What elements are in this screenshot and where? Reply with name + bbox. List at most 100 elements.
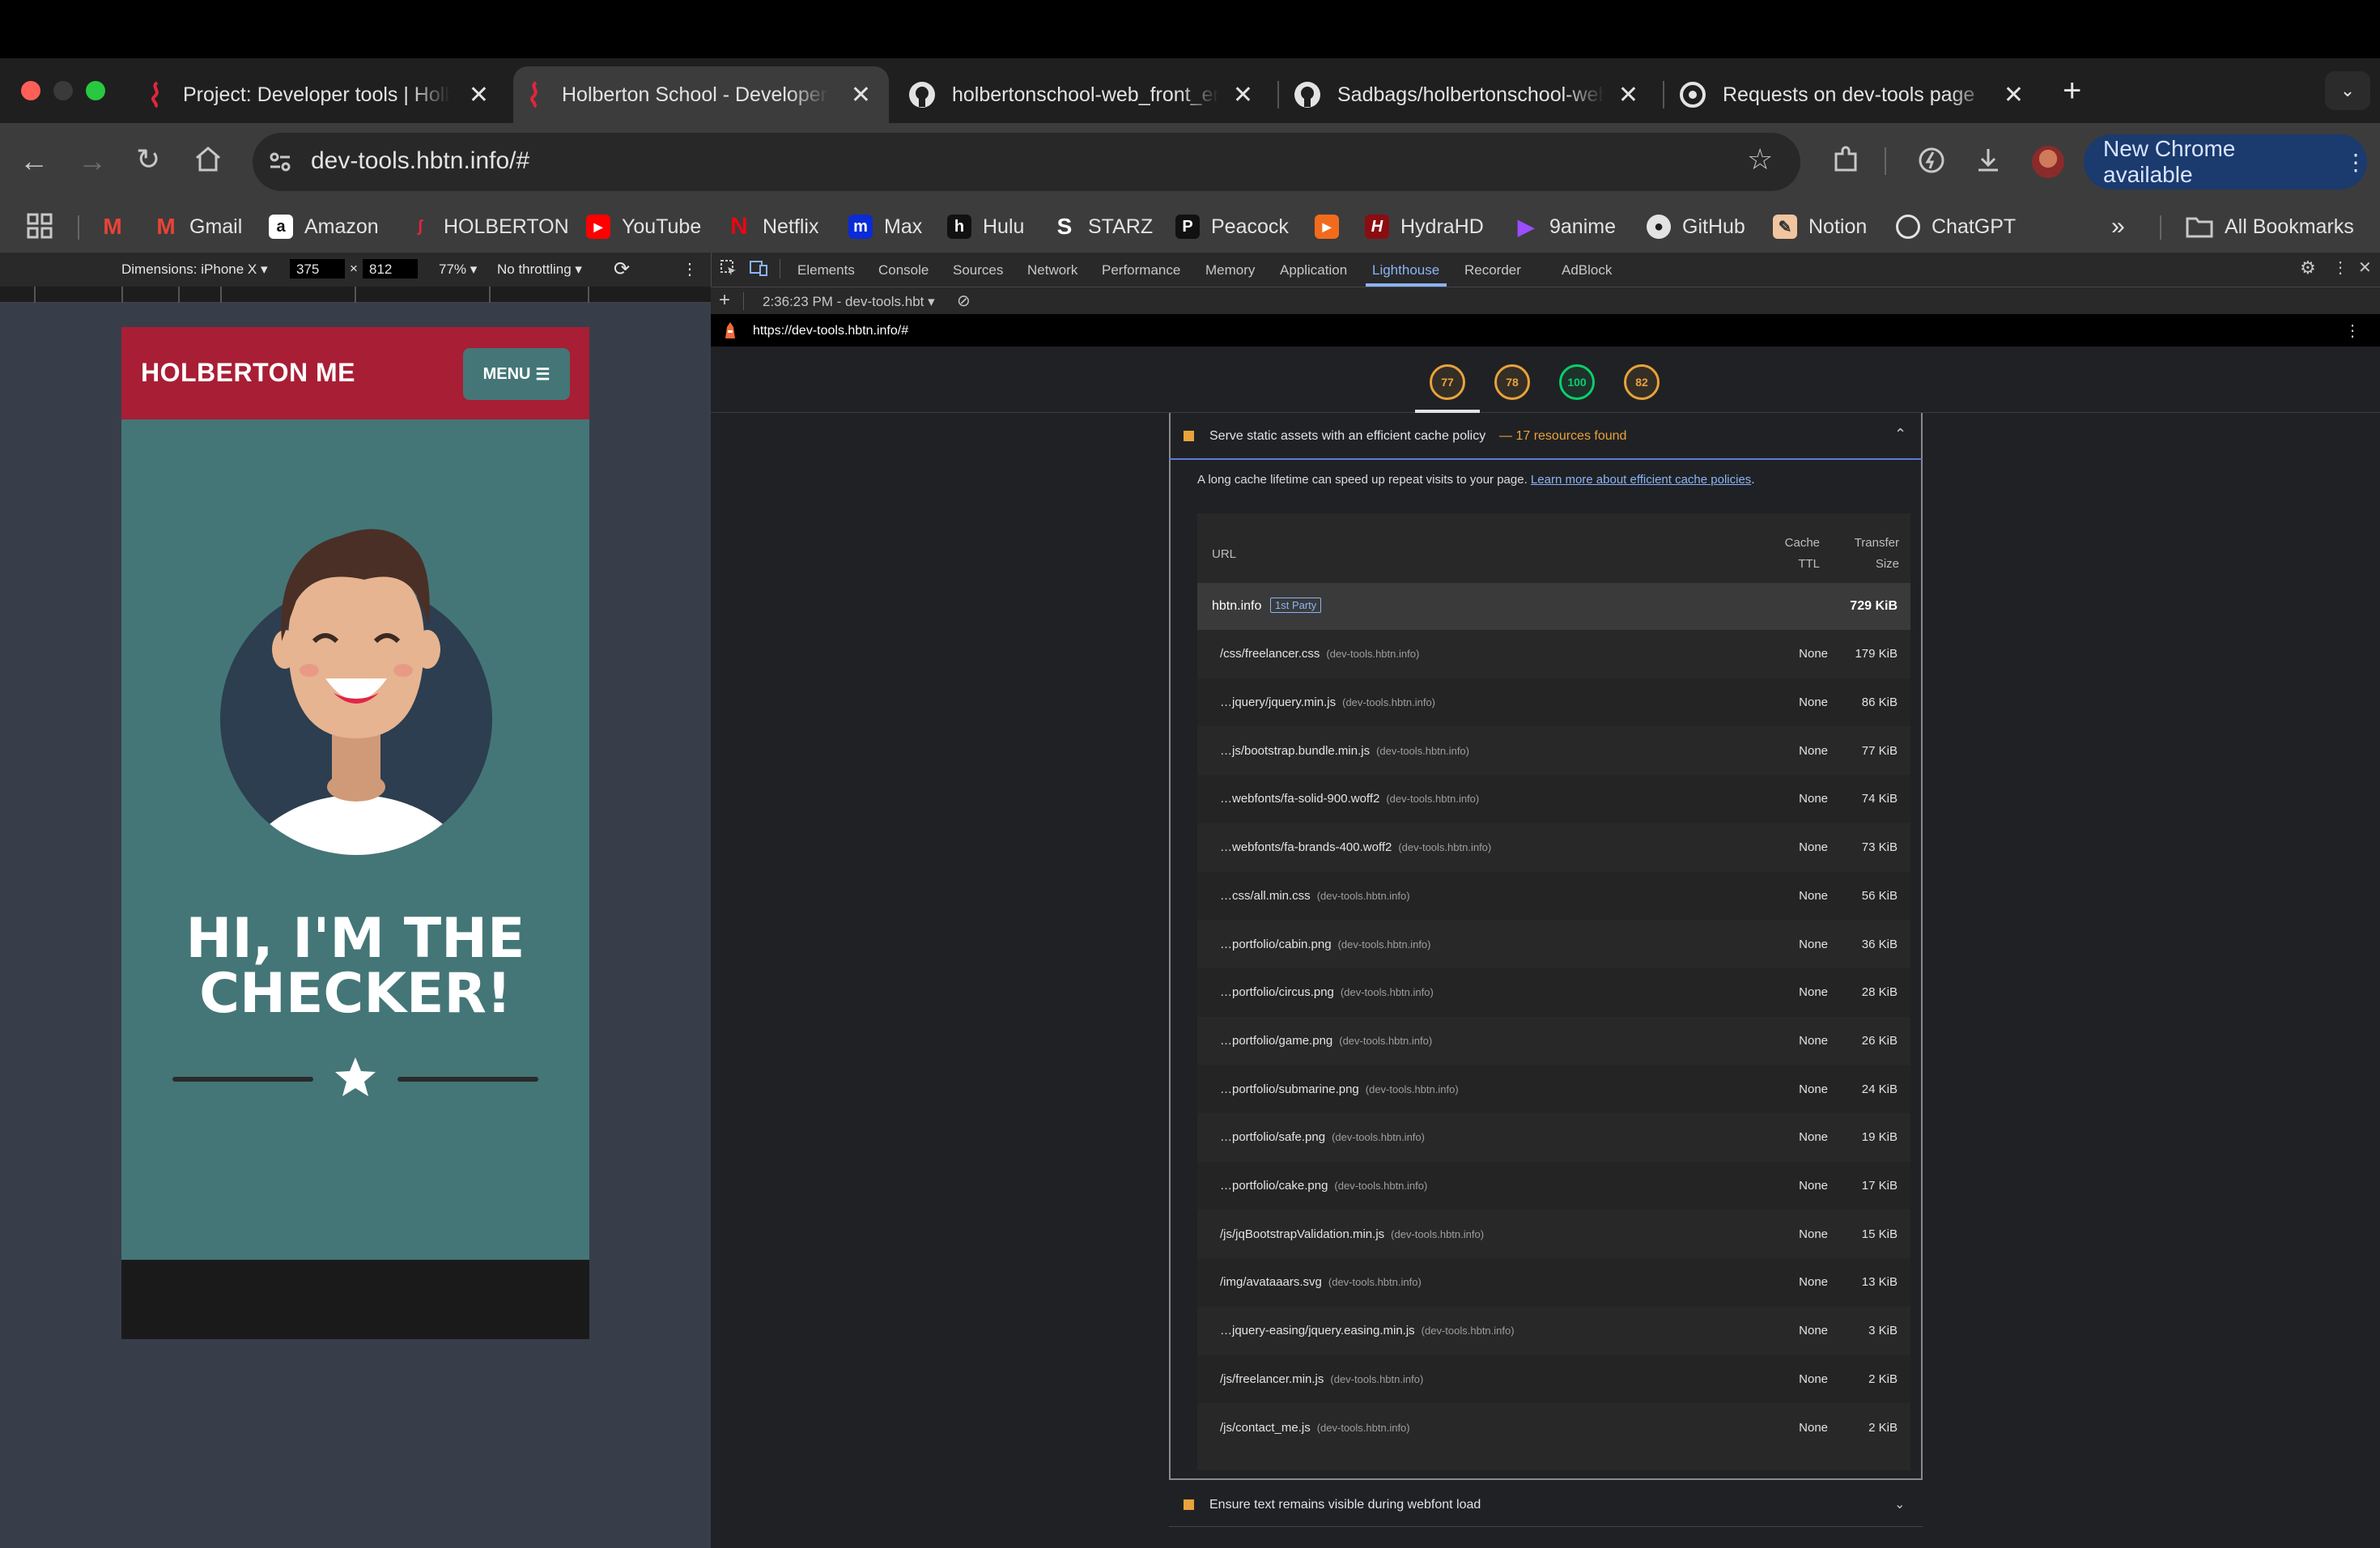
new-tab-icon[interactable]: + [2063, 73, 2081, 109]
devtools-tab-performance[interactable]: Performance [1102, 262, 1180, 279]
bookmark-9anime[interactable]: ▶ 9anime [1514, 209, 1616, 245]
all-bookmarks-button[interactable]: All Bookmarks [2186, 209, 2354, 245]
table-row[interactable]: /js/contact_me.js (dev-tools.hbtn.info) No… [1197, 1403, 1910, 1452]
resource-url[interactable]: /img/avataaars.svg (dev-tools.hbtn.info) [1220, 1275, 1422, 1289]
more-bookmarks-icon[interactable]: » [2111, 209, 2125, 245]
score-gauge-seo[interactable]: 82 [1624, 364, 1660, 400]
zoom-select[interactable]: 77% ▾ [439, 262, 477, 278]
devtools-tab-elements[interactable]: Elements [797, 262, 855, 279]
score-gauge-performance[interactable]: 77 [1430, 364, 1465, 400]
table-row[interactable]: …js/bootstrap.bundle.min.js (dev-tools.hb… [1197, 726, 1910, 775]
bookmark-gmail[interactable]: M Gmail [154, 209, 242, 245]
table-row[interactable]: …portfolio/circus.png (dev-tools.hbtn.inf… [1197, 968, 1910, 1017]
score-gauge-accessibility[interactable]: 78 [1494, 364, 1530, 400]
bookmark-hydrahd[interactable]: H HydraHD [1365, 209, 1484, 245]
bookmark-github[interactable]: ● GitHub [1647, 209, 1745, 245]
bookmark-amazon[interactable]: a Amazon [269, 209, 379, 245]
bookmark-chatgpt[interactable]: ChatGPT [1896, 209, 2016, 245]
browser-tab-active[interactable]: Holberton School - Developer tools ✕ [513, 66, 889, 123]
resource-url[interactable]: …portfolio/circus.png (dev-tools.hbtn.inf… [1220, 985, 1434, 999]
close-window-button[interactable] [21, 81, 40, 100]
devtools-tab-adblock[interactable]: AdBlock [1562, 262, 1612, 279]
minimize-window-button[interactable] [53, 81, 73, 100]
table-row[interactable]: …portfolio/cabin.png (dev-tools.hbtn.info… [1197, 920, 1910, 968]
audit-header[interactable]: Serve static assets with an efficient ca… [1169, 413, 1923, 460]
resource-url[interactable]: …jquery/jquery.min.js (dev-tools.hbtn.inf… [1220, 695, 1435, 709]
table-row[interactable]: …portfolio/safe.png (dev-tools.hbtn.info)… [1197, 1113, 1910, 1162]
resource-url[interactable]: …webfonts/fa-brands-400.woff2 (dev-tools.… [1220, 840, 1491, 854]
clear-reports-icon[interactable]: ⊘ [957, 291, 971, 311]
resource-url[interactable]: …portfolio/cabin.png (dev-tools.hbtn.info… [1220, 938, 1431, 951]
table-row[interactable]: /img/avataaars.svg (dev-tools.hbtn.info) N… [1197, 1258, 1910, 1307]
rotate-icon[interactable]: ⟳ [614, 257, 630, 281]
resource-url[interactable]: /js/jqBootstrapValidation.min.js (dev-too… [1220, 1227, 1484, 1241]
device-toggle-icon[interactable] [749, 259, 768, 277]
reload-icon[interactable]: ↻ [136, 142, 160, 176]
table-row[interactable]: …jquery-easing/jquery.easing.min.js (dev-… [1197, 1307, 1910, 1355]
forward-icon[interactable]: → [78, 144, 107, 178]
back-icon[interactable]: ← [19, 144, 49, 178]
maximize-window-button[interactable] [86, 81, 105, 100]
table-group-row[interactable]: hbtn.info 1st Party 729 KiB [1197, 583, 1910, 630]
browser-tab[interactable]: holbertonschool-web_front_end ✕ [895, 66, 1271, 123]
table-row[interactable]: …webfonts/fa-solid-900.woff2 (dev-tools.h… [1197, 775, 1910, 823]
extensions-icon[interactable] [1831, 146, 1860, 175]
devtools-tab-application[interactable]: Application [1280, 262, 1347, 279]
close-tab-icon[interactable]: ✕ [1233, 81, 1253, 109]
browser-tab[interactable]: Requests on dev-tools page ✕ [1666, 66, 2042, 123]
devtools-more-icon[interactable]: ⋮ [2332, 257, 2348, 278]
devtools-tab-sources[interactable]: Sources [953, 262, 1003, 279]
table-row[interactable]: /js/jqBootstrapValidation.min.js (dev-too… [1197, 1210, 1910, 1258]
bookmark-max[interactable]: m Max [848, 209, 922, 245]
resource-url[interactable]: …css/all.min.css (dev-tools.hbtn.info) [1220, 889, 1410, 903]
inspect-element-icon[interactable] [720, 259, 737, 277]
performance-icon[interactable] [1917, 146, 1946, 175]
resource-url[interactable]: …portfolio/cake.png (dev-tools.hbtn.info) [1220, 1179, 1427, 1193]
new-chrome-button[interactable]: New Chrome available ⋮ [2084, 134, 2367, 189]
resource-url[interactable]: /js/freelancer.min.js (dev-tools.hbtn.inf… [1220, 1372, 1423, 1386]
devtools-tab-memory[interactable]: Memory [1205, 262, 1255, 279]
report-menu-icon[interactable]: ⋮ [2344, 321, 2361, 341]
table-row[interactable]: /js/freelancer.min.js (dev-tools.hbtn.inf… [1197, 1354, 1910, 1404]
report-selector[interactable]: 2:36:23 PM - dev-tools.hbt ▾ [763, 294, 935, 310]
close-devtools-icon[interactable]: ✕ [2358, 257, 2372, 278]
bookmark-holberton[interactable]: ʃ HOLBERTON [408, 209, 569, 245]
bookmark-youtube[interactable]: ▶ YouTube [586, 209, 701, 245]
score-gauge-best-practices[interactable]: 100 [1559, 364, 1595, 400]
bookmark-netflix[interactable]: N Netflix [727, 209, 818, 245]
resource-url[interactable]: …webfonts/fa-solid-900.woff2 (dev-tools.h… [1220, 792, 1479, 806]
next-audit[interactable]: Ensure text remains visible during webfo… [1169, 1482, 1923, 1527]
bookmark-starz[interactable]: S STARZ [1052, 209, 1153, 245]
throttling-select[interactable]: No throttling ▾ [497, 262, 582, 278]
close-tab-icon[interactable]: ✕ [1618, 81, 1638, 109]
device-dimensions-select[interactable]: Dimensions: iPhone X ▾ [121, 262, 268, 278]
device-height-input[interactable]: 812 [363, 259, 418, 279]
device-more-icon[interactable]: ⋮ [682, 259, 698, 279]
devtools-tab-network[interactable]: Network [1027, 262, 1077, 279]
apps-grid-icon[interactable] [26, 212, 53, 240]
collapse-chevron-icon[interactable]: ⌃ [1894, 426, 1906, 443]
table-row[interactable]: …portfolio/game.png (dev-tools.hbtn.info)… [1197, 1017, 1910, 1065]
settings-gear-icon[interactable]: ⚙ [2300, 257, 2316, 279]
profile-avatar[interactable] [2032, 146, 2064, 178]
bookmark-star-icon[interactable]: ☆ [1747, 142, 1773, 176]
bookmark-player[interactable]: ▶ [1315, 209, 1350, 245]
table-row[interactable]: /css/freelancer.css (dev-tools.hbtn.info)… [1197, 630, 1910, 678]
table-row[interactable]: …portfolio/cake.png (dev-tools.hbtn.info)… [1197, 1161, 1910, 1210]
resource-url[interactable]: …portfolio/safe.png (dev-tools.hbtn.info) [1220, 1130, 1425, 1144]
resource-url[interactable]: …jquery-easing/jquery.easing.min.js (dev-… [1220, 1324, 1515, 1337]
download-icon[interactable] [1974, 146, 2003, 175]
home-icon[interactable] [194, 146, 222, 172]
table-row[interactable]: …css/all.min.css (dev-tools.hbtn.info) Non… [1197, 871, 1910, 921]
close-tab-icon[interactable]: ✕ [2004, 81, 2024, 109]
table-row[interactable]: …jquery/jquery.min.js (dev-tools.hbtn.inf… [1197, 678, 1910, 727]
devtools-tab-console[interactable]: Console [878, 262, 929, 279]
learn-more-link[interactable]: Learn more about efficient cache policie… [1531, 473, 1751, 487]
resource-url[interactable]: …js/bootstrap.bundle.min.js (dev-tools.hb… [1220, 744, 1469, 758]
site-info-icon[interactable] [266, 147, 295, 176]
devtools-tab-recorder[interactable]: Recorder [1464, 262, 1521, 279]
expand-chevron-icon[interactable]: ⌄ [1894, 1496, 1905, 1512]
menu-button[interactable]: MENU ☰ [463, 348, 570, 400]
device-width-input[interactable]: 375 [290, 259, 345, 279]
new-report-icon[interactable]: + [719, 289, 730, 312]
